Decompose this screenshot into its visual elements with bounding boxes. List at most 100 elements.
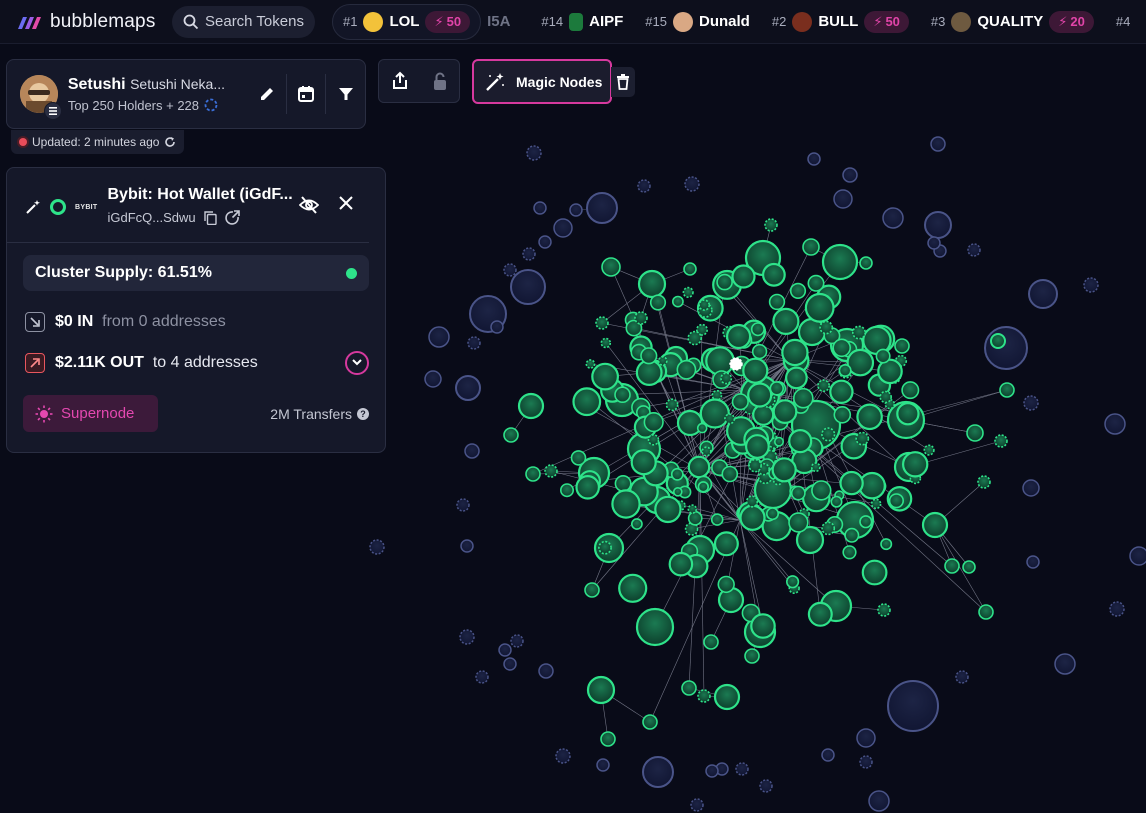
holder-bubble[interactable] [717,575,735,594]
holder-bubble[interactable] [790,485,806,501]
holder-bubble[interactable] [687,455,711,479]
ticker-item[interactable]: #15 Dunald [634,11,761,32]
expand-outflow-button[interactable] [345,350,369,375]
holder-bubble[interactable] [735,762,749,776]
holder-bubble[interactable] [681,680,697,696]
holder-bubble[interactable] [789,282,807,300]
holder-bubble[interactable] [553,218,573,238]
holder-bubble[interactable] [851,325,866,340]
holder-bubble[interactable] [821,521,836,536]
holder-bubble[interactable] [751,343,768,360]
holder-bubble[interactable] [921,511,949,539]
holder-bubble[interactable] [944,558,960,574]
holder-bubble[interactable] [817,379,830,393]
holder-bubble[interactable] [713,531,739,557]
help-icon[interactable]: ? [357,407,369,420]
holder-bubble[interactable] [670,467,684,481]
ticker-item[interactable]: I5A [481,13,530,30]
holder-bubble[interactable] [927,236,941,250]
holder-bubble[interactable] [503,263,517,277]
holder-bubble[interactable] [647,433,660,446]
holder-bubble[interactable] [634,311,648,325]
holder-bubble[interactable] [887,680,939,732]
holder-bubble[interactable] [690,798,704,812]
holder-bubble[interactable] [703,634,719,650]
holder-bubble[interactable] [773,436,784,447]
holder-bubble[interactable] [510,269,546,305]
holder-bubble[interactable] [859,755,873,769]
holder-bubble[interactable] [879,390,893,404]
holder-bubble[interactable] [517,392,545,420]
holder-bubble[interactable] [888,493,905,509]
holder-bubble[interactable] [591,362,619,391]
holder-bubble[interactable] [687,330,703,346]
ticker-item[interactable]: #14 AIPF [530,12,634,31]
holder-bubble[interactable] [672,295,684,308]
holder-bubble[interactable] [962,560,976,574]
copy-icon[interactable] [203,210,217,225]
holder-bubble[interactable] [842,167,858,183]
holder-bubble[interactable] [584,582,600,598]
holder-bubble[interactable] [833,189,853,209]
holder-bubble[interactable] [990,333,1006,349]
holder-bubble[interactable] [807,152,821,166]
holder-bubble[interactable] [977,475,991,489]
holder-bubble[interactable] [640,347,658,365]
holder-bubble[interactable] [498,643,512,657]
holder-bubble[interactable] [810,462,821,473]
holder-bubble[interactable] [745,495,759,508]
holder-bubble[interactable] [467,336,481,350]
holder-bubble[interactable] [744,648,760,664]
ticker-item[interactable]: #4 [1105,14,1141,29]
holder-bubble[interactable] [697,689,711,703]
holder-bubble[interactable] [631,518,643,530]
ticker-item[interactable]: #2 BULL ⚡ 50 [761,10,920,33]
holder-bubble[interactable] [572,387,602,417]
holder-bubble[interactable] [870,498,882,510]
holder-bubble[interactable] [772,307,800,335]
holder-bubble[interactable] [544,464,558,478]
holder-bubble[interactable] [369,539,385,555]
holder-bubble[interactable] [428,326,450,348]
holder-bubble[interactable] [684,176,700,192]
holder-bubble[interactable] [821,243,859,281]
holder-bubble[interactable] [788,429,813,454]
holder-bubble[interactable] [772,399,798,425]
holder-bubble[interactable] [1104,413,1126,435]
holder-bubble[interactable] [701,446,712,457]
holder-bubble[interactable] [570,450,587,466]
holder-bubble[interactable] [697,481,709,493]
holder-bubble[interactable] [748,458,762,473]
holder-bubble[interactable] [1109,601,1125,617]
holder-bubble[interactable] [637,269,667,299]
holder-bubble[interactable] [614,474,632,492]
holder-bubble[interactable] [838,363,852,377]
holder-bubble[interactable] [720,372,733,385]
holder-bubble[interactable] [894,338,910,354]
holder-bubble[interactable] [600,731,616,747]
holder-bubble[interactable] [1023,395,1039,411]
holder-bubble[interactable] [713,683,741,711]
holder-bubble[interactable] [859,515,873,529]
holder-bubble[interactable] [807,274,825,292]
external-link-icon[interactable] [224,210,240,225]
holder-bubble[interactable] [586,675,616,705]
holder-bubble[interactable] [503,427,519,443]
supernode-button[interactable]: Supernode [23,395,158,432]
holder-bubble[interactable] [978,604,994,620]
holder-bubble[interactable] [618,573,648,603]
holder-bubble[interactable] [672,486,683,497]
holder-bubble[interactable] [699,398,730,429]
holder-bubble[interactable] [637,179,651,193]
holder-bubble[interactable] [967,243,981,257]
holder-bubble[interactable] [984,326,1028,370]
holder-bubble[interactable] [687,510,703,526]
holder-bubble[interactable] [742,357,769,384]
refresh-icon[interactable] [164,136,176,148]
holder-bubble[interactable] [855,431,870,446]
holder-bubble[interactable] [724,413,736,425]
holder-bubble[interactable] [966,424,984,442]
holder-bubble[interactable] [559,483,574,498]
holder-bubble[interactable] [510,634,524,648]
holder-bubble[interactable] [765,507,779,521]
